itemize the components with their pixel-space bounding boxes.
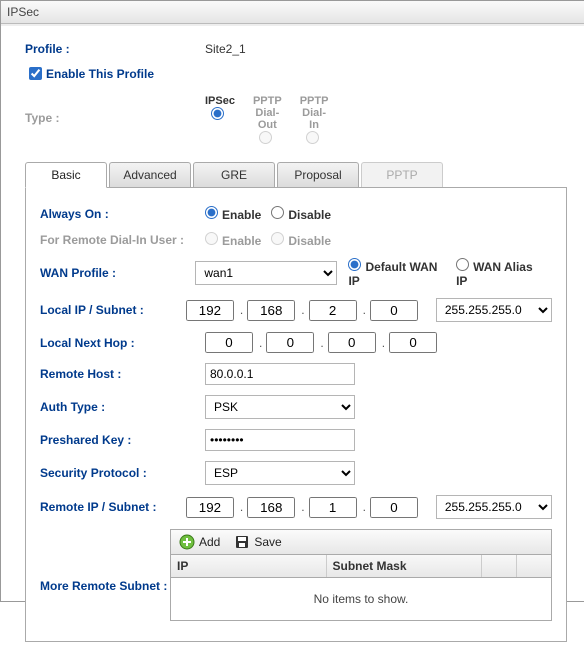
wanprofile-label: WAN Profile : — [40, 266, 195, 280]
wan-alias-ip[interactable]: WAN Alias IP — [456, 258, 542, 288]
more-remote-toolbar: Add Save — [171, 530, 551, 555]
localip-mask[interactable]: 255.255.255.0 — [436, 298, 552, 322]
enable-profile-checkbox[interactable]: Enable This Profile — [25, 64, 154, 83]
alwayson-enable[interactable]: Enable — [205, 206, 261, 222]
profile-label: Profile : — [25, 42, 205, 56]
nexthop-o3[interactable] — [328, 332, 376, 353]
tab-advanced[interactable]: Advanced — [109, 162, 191, 187]
psk-label: Preshared Key : — [40, 433, 205, 447]
secproto-select[interactable]: ESP — [205, 461, 355, 485]
enable-profile-input[interactable] — [29, 67, 42, 80]
save-icon — [234, 534, 250, 550]
remoteip-o4[interactable] — [370, 497, 418, 518]
remoteip-o2[interactable] — [247, 497, 295, 518]
secproto-label: Security Protocol : — [40, 466, 205, 480]
remoteip-label: Remote IP / Subnet : — [40, 500, 186, 514]
type-radios: IPSec PPTPDial-Out PPTPDial-In — [205, 95, 328, 144]
nexthop-o4[interactable] — [389, 332, 437, 353]
basic-pane: Always On : Enable Disable For Remote Di… — [25, 187, 567, 642]
nexthop-label: Local Next Hop : — [40, 336, 205, 350]
remotedialin-label: For Remote Dial-In User : — [40, 233, 205, 247]
ipsec-window: IPSec Profile : Site2_1 Enable This Prof… — [0, 0, 584, 602]
wanprofile-select[interactable]: wan1 — [195, 261, 337, 285]
more-remote-header: IP Subnet Mask — [171, 555, 551, 578]
remoteip-mask[interactable]: 255.255.255.0 — [436, 495, 552, 519]
tab-proposal[interactable]: Proposal — [277, 162, 359, 187]
enable-profile-label: Enable This Profile — [46, 67, 154, 81]
nexthop-o2[interactable] — [266, 332, 314, 353]
tabs: Basic Advanced GRE Proposal PPTP — [25, 162, 567, 188]
content: Profile : Site2_1 Enable This Profile Ty… — [1, 24, 584, 652]
wan-default-ip[interactable]: Default WAN IP — [348, 258, 446, 288]
add-button[interactable]: Add — [179, 534, 220, 550]
remoteip-o1[interactable] — [186, 497, 234, 518]
add-icon — [179, 534, 195, 550]
nexthop-o1[interactable] — [205, 332, 253, 353]
psk-input[interactable] — [205, 429, 355, 451]
window-title: IPSec — [1, 1, 584, 24]
authtype-label: Auth Type : — [40, 400, 205, 414]
more-remote-label: More Remote Subnet : — [40, 529, 170, 593]
col-ip: IP — [171, 555, 327, 577]
alwayson-label: Always On : — [40, 207, 205, 221]
tab-basic[interactable]: Basic — [25, 162, 107, 188]
localip-label: Local IP / Subnet : — [40, 303, 186, 317]
authtype-select[interactable]: PSK — [205, 395, 355, 419]
localip-o4[interactable] — [370, 300, 418, 321]
localip-o1[interactable] — [186, 300, 234, 321]
remotehost-label: Remote Host : — [40, 367, 205, 381]
save-button[interactable]: Save — [234, 534, 281, 550]
remotedialin-disable: Disable — [271, 232, 331, 248]
type-ipsec[interactable]: IPSec — [205, 95, 235, 120]
type-pptp-dialout: PPTPDial-Out — [253, 95, 282, 144]
type-pptp-dialin: PPTPDial-In — [300, 95, 329, 144]
more-remote-box: Add Save IP Subnet Mask No items to sho — [170, 529, 552, 621]
more-remote-empty: No items to show. — [171, 578, 551, 620]
tab-gre[interactable]: GRE — [193, 162, 275, 187]
localip-o2[interactable] — [247, 300, 295, 321]
localip-o3[interactable] — [309, 300, 357, 321]
tab-pptp: PPTP — [361, 162, 443, 187]
profile-value: Site2_1 — [205, 42, 246, 56]
remotedialin-enable: Enable — [205, 232, 261, 248]
remoteip-o3[interactable] — [309, 497, 357, 518]
type-label: Type : — [25, 95, 205, 125]
col-mask: Subnet Mask — [327, 555, 483, 577]
remotehost-input[interactable] — [205, 363, 355, 385]
alwayson-disable[interactable]: Disable — [271, 206, 331, 222]
